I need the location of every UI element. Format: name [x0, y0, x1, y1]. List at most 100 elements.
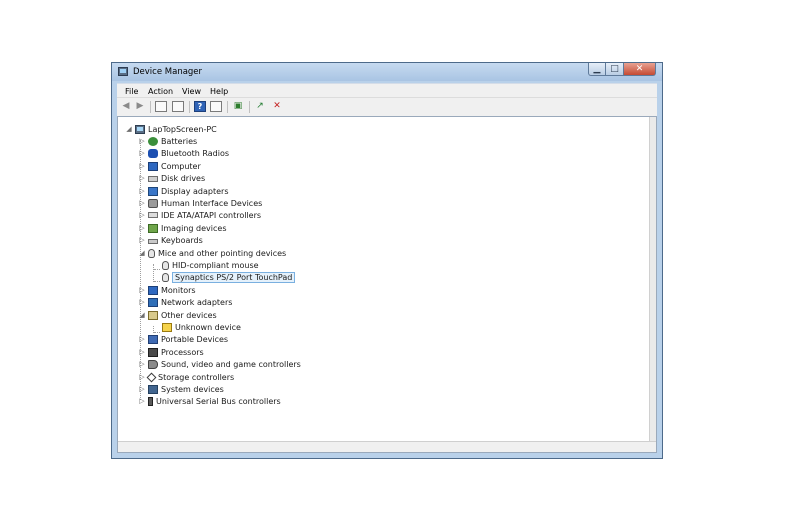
tree-item-label: Universal Serial Bus controllers [156, 396, 281, 406]
minimize-button[interactable]: ▁ [588, 63, 606, 76]
tree-item-label: Network adapters [161, 297, 233, 307]
tree-root[interactable]: ◢ LapTopScreen-PC [125, 123, 217, 135]
tree-item-network-adapters[interactable]: ▷ Network adapters [138, 296, 232, 308]
toolbar-separator [227, 101, 228, 113]
status-bar [118, 441, 656, 452]
expand-icon[interactable]: ▷ [138, 385, 146, 393]
toolbar-separator [189, 101, 190, 113]
collapse-icon[interactable]: ◢ [138, 311, 146, 319]
tree-item-label: Keyboards [161, 235, 203, 245]
maximize-button[interactable]: □ [606, 63, 624, 76]
expand-icon[interactable]: ▷ [138, 236, 146, 244]
expand-icon[interactable]: ▷ [138, 298, 146, 306]
computer-icon [135, 124, 145, 134]
mouse-icon [162, 272, 169, 282]
tree-item-sound-controllers[interactable]: ▷ Sound, video and game controllers [138, 358, 301, 370]
collapse-icon[interactable]: ◢ [138, 249, 146, 257]
expand-icon[interactable]: ▷ [138, 360, 146, 368]
tree-item-disk-drives[interactable]: ▷ Disk drives [138, 172, 205, 184]
tree-item-label: Batteries [161, 136, 198, 146]
menu-file[interactable]: File [125, 87, 138, 96]
menu-view[interactable]: View [182, 87, 201, 96]
tree-item-hid-compliant-mouse[interactable]: HID-compliant mouse [152, 259, 259, 271]
show-hidden-pane-icon[interactable] [210, 101, 222, 112]
vertical-scrollbar[interactable] [649, 117, 656, 442]
tree-item-computer[interactable]: ▷ Computer [138, 160, 201, 172]
show-hide-console-tree-icon[interactable] [155, 101, 167, 112]
expand-icon[interactable]: ▷ [138, 224, 146, 232]
device-tree-pane[interactable]: ◢ LapTopScreen-PC ▷ Batteries ▷ Bluetoot… [117, 116, 657, 453]
menu-action[interactable]: Action [148, 87, 173, 96]
expand-icon[interactable]: ▷ [138, 373, 146, 381]
tree-item-unknown-device[interactable]: Unknown device [152, 321, 241, 333]
expand-icon[interactable]: ▷ [138, 348, 146, 356]
tree-item-other-devices[interactable]: ◢ Other devices [138, 309, 217, 321]
bluetooth-icon [148, 148, 158, 158]
mouse-icon [162, 260, 169, 270]
back-arrow-icon[interactable]: ◀ [120, 101, 132, 112]
expand-icon[interactable]: ▷ [138, 162, 146, 170]
tree-item-label: Bluetooth Radios [161, 148, 230, 158]
tree-item-label: Monitors [161, 285, 196, 295]
display-adapter-icon [148, 186, 158, 196]
toolbar: ◀ ▶ ? ▣ ↗ ✕ [117, 97, 657, 117]
tree-item-keyboards[interactable]: ▷ Keyboards [138, 234, 203, 246]
toolbar-separator [249, 101, 250, 113]
ide-controller-icon [148, 212, 158, 218]
disk-drive-icon [148, 176, 158, 182]
tree-item-label: Storage controllers [158, 372, 235, 382]
menu-bar: File Action View Help [117, 83, 657, 98]
tree-item-monitors[interactable]: ▷ Monitors [138, 284, 196, 296]
toolbar-separator [150, 101, 151, 113]
tree-item-usb-controllers[interactable]: ▷ Universal Serial Bus controllers [138, 395, 281, 407]
tree-item-processors[interactable]: ▷ Processors [138, 346, 204, 358]
expand-icon[interactable]: ▷ [138, 211, 146, 219]
tree-item-label: System devices [161, 384, 224, 394]
tree-item-label: Synaptics PS/2 Port TouchPad [172, 271, 296, 283]
expand-icon[interactable]: ▷ [138, 174, 146, 182]
computer-icon [148, 161, 158, 171]
tree-item-display-adapters[interactable]: ▷ Display adapters [138, 185, 229, 197]
tree-item-synaptics-touchpad[interactable]: Synaptics PS/2 Port TouchPad [152, 271, 296, 283]
tree-item-human-interface-devices[interactable]: ▷ Human Interface Devices [138, 197, 262, 209]
storage-controller-icon [146, 372, 157, 382]
tree-item-storage-controllers[interactable]: ▷ Storage controllers [138, 371, 234, 383]
device-manager-window: Device Manager ▁ □ ✕ File Action View He… [111, 62, 663, 459]
tree-item-mice[interactable]: ◢ Mice and other pointing devices [138, 247, 286, 259]
tree-item-label: Mice and other pointing devices [158, 248, 287, 258]
expand-icon[interactable]: ▷ [138, 149, 146, 157]
title-bar[interactable]: Device Manager ▁ □ ✕ [112, 63, 662, 81]
forward-arrow-icon[interactable]: ▶ [134, 101, 146, 112]
update-driver-icon[interactable]: ↗ [254, 101, 266, 112]
expand-icon[interactable]: ▷ [138, 397, 146, 405]
close-button[interactable]: ✕ [624, 63, 656, 76]
tree-item-label: Imaging devices [161, 223, 227, 233]
menu-help[interactable]: Help [210, 87, 228, 96]
help-icon[interactable]: ? [194, 101, 206, 112]
expand-icon[interactable]: ▷ [138, 187, 146, 195]
properties-icon[interactable] [172, 101, 184, 112]
expand-icon[interactable]: ▷ [138, 137, 146, 145]
tree-item-label: HID-compliant mouse [172, 260, 259, 270]
expand-icon[interactable]: ▷ [138, 335, 146, 343]
tree-item-system-devices[interactable]: ▷ System devices [138, 383, 224, 395]
portable-device-icon [148, 334, 158, 344]
keyboard-icon [148, 238, 158, 244]
tree-item-label: Disk drives [161, 173, 206, 183]
tree-item-portable-devices[interactable]: ▷ Portable Devices [138, 333, 228, 345]
tree-item-imaging-devices[interactable]: ▷ Imaging devices [138, 222, 227, 234]
collapse-icon[interactable]: ◢ [125, 125, 133, 133]
sound-icon [148, 359, 158, 369]
network-adapter-icon [148, 297, 158, 307]
tree-item-ide-controllers[interactable]: ▷ IDE ATA/ATAPI controllers [138, 209, 261, 221]
tree-item-bluetooth-radios[interactable]: ▷ Bluetooth Radios [138, 147, 229, 159]
tree-item-batteries[interactable]: ▷ Batteries [138, 135, 197, 147]
usb-icon [148, 396, 153, 406]
expand-icon[interactable]: ▷ [138, 286, 146, 294]
scan-for-hardware-changes-icon[interactable]: ▣ [232, 101, 244, 112]
tree-item-label: Unknown device [175, 322, 241, 332]
imaging-device-icon [148, 223, 158, 233]
expand-icon[interactable]: ▷ [138, 199, 146, 207]
uninstall-device-icon[interactable]: ✕ [271, 101, 283, 112]
tree-item-label: Computer [161, 161, 201, 171]
